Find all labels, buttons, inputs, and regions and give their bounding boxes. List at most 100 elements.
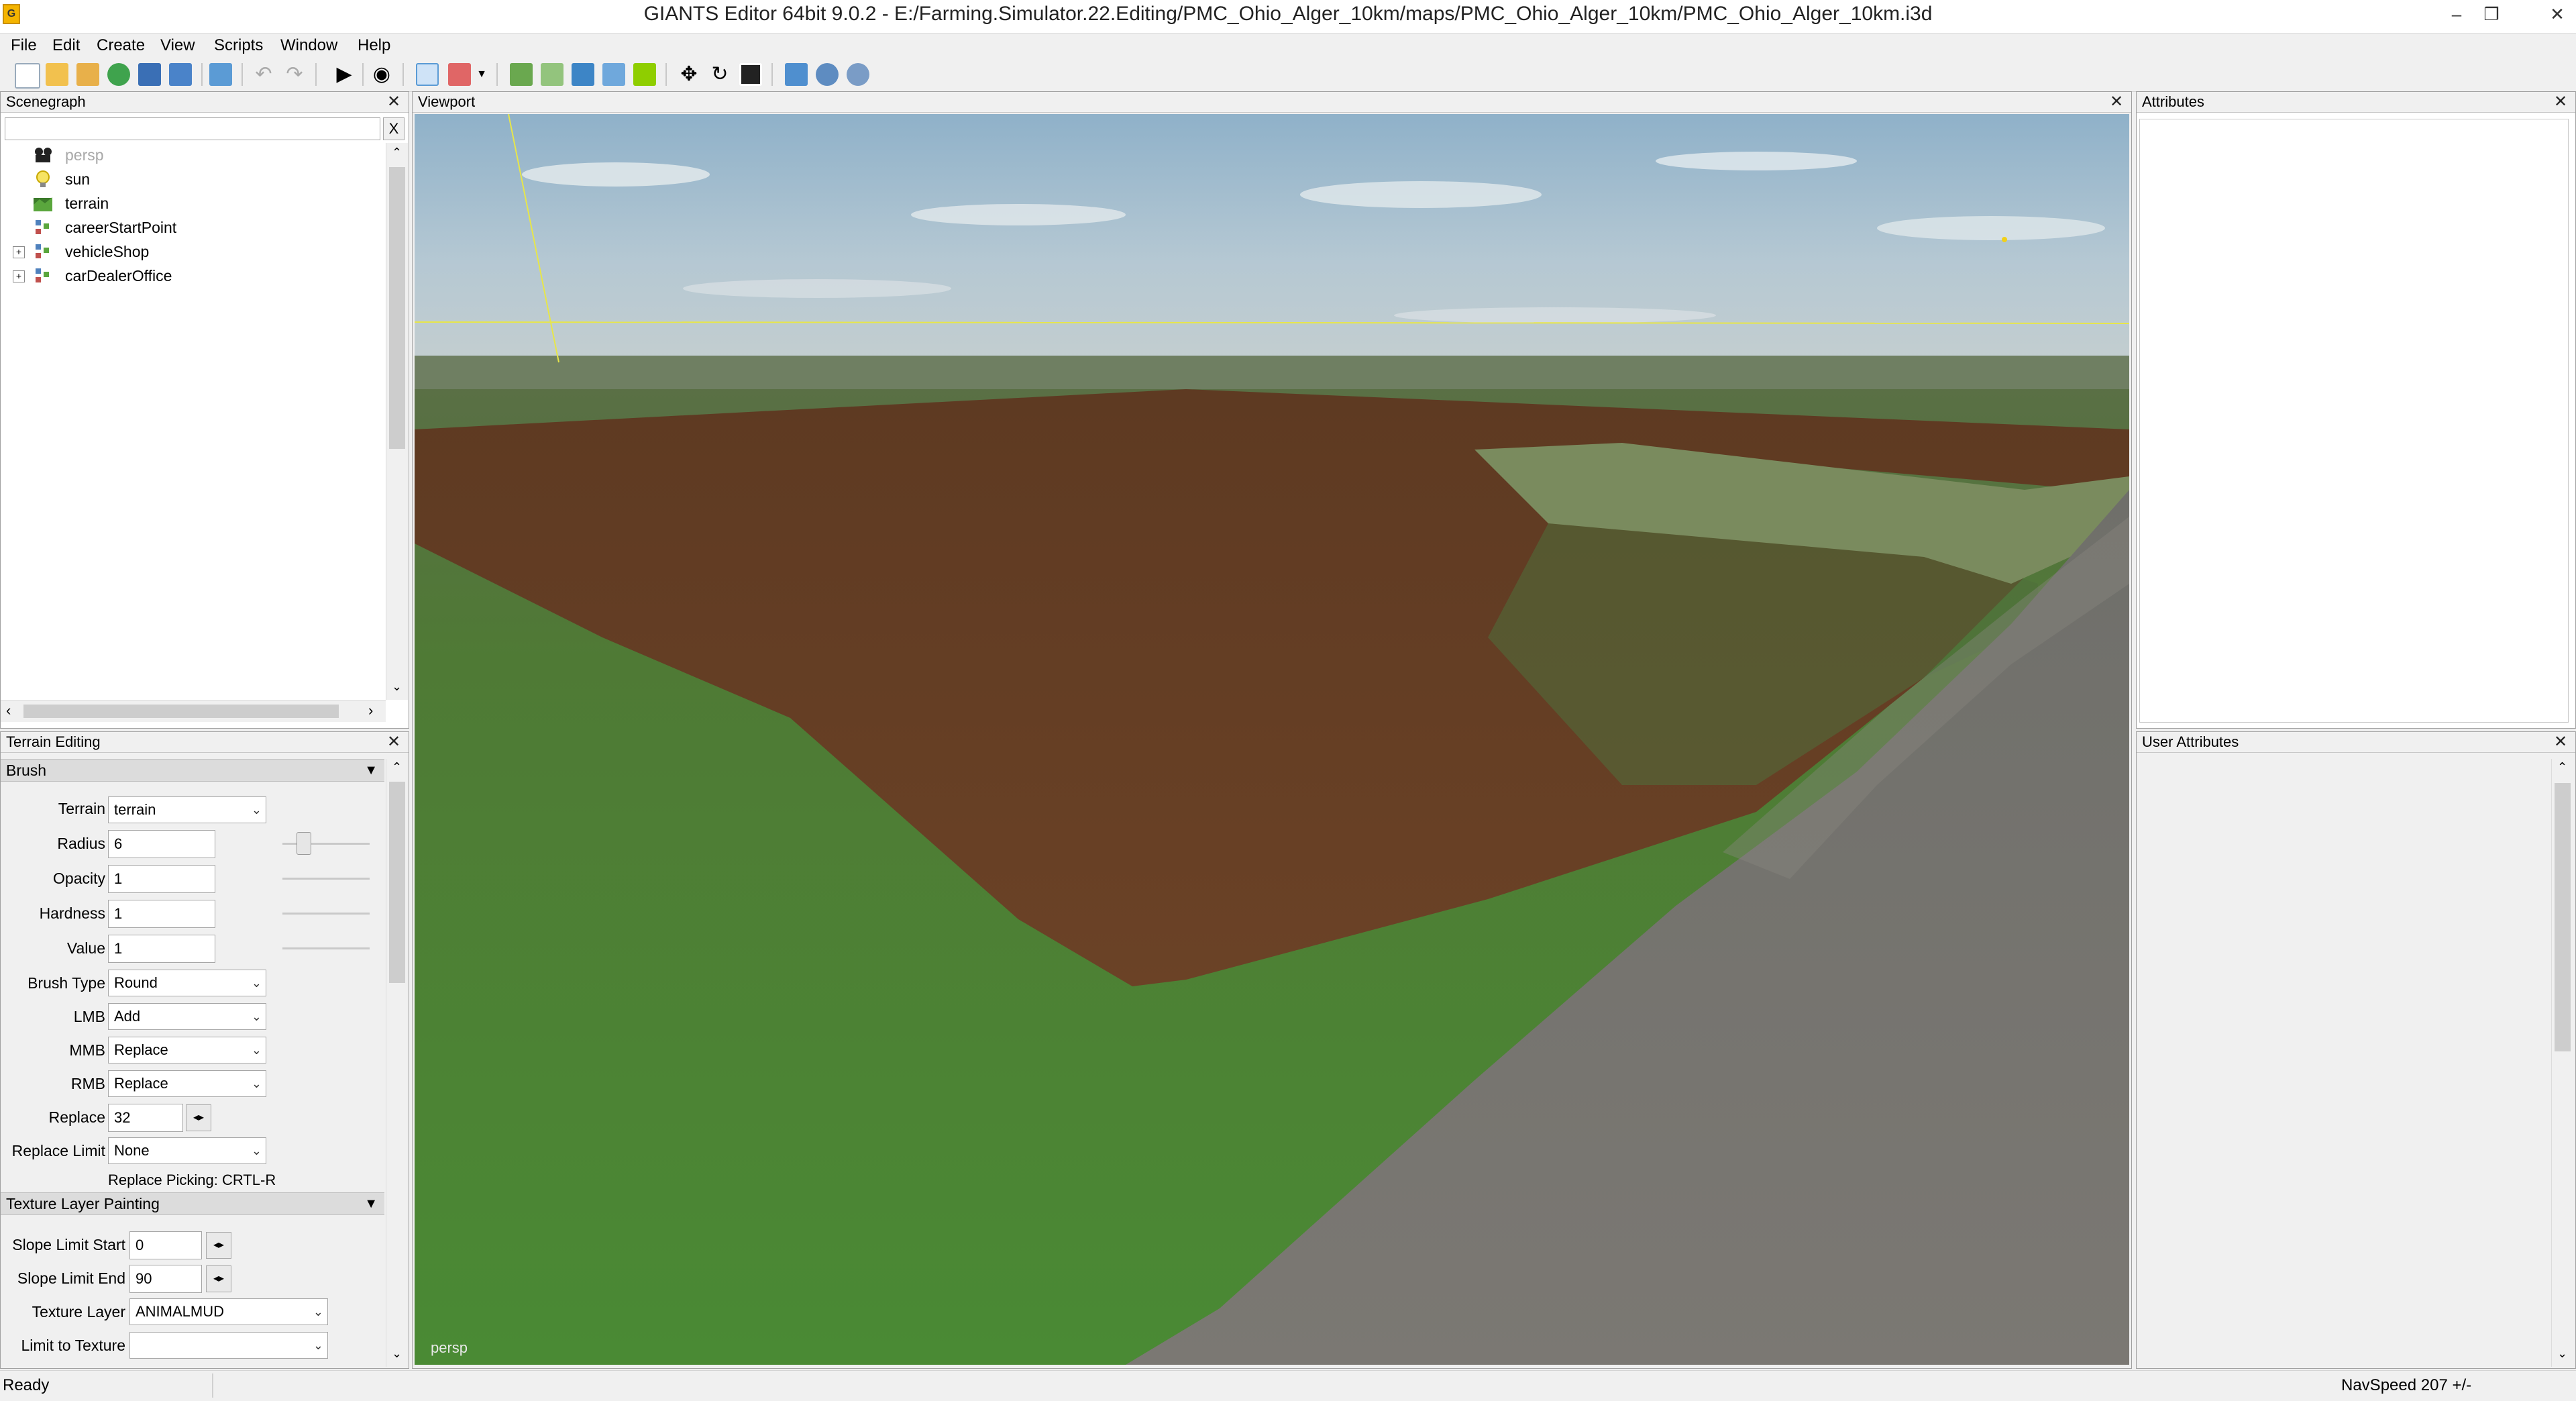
- save-as-icon[interactable]: [169, 63, 192, 86]
- radius-slider[interactable]: [282, 843, 370, 845]
- brush-icon[interactable]: [448, 63, 471, 86]
- map-icon[interactable]: [785, 63, 808, 86]
- move-icon[interactable]: ✥: [678, 63, 700, 86]
- value-label: Value: [66, 939, 105, 957]
- viewport-3d-canvas[interactable]: persp: [415, 114, 2129, 1365]
- restore-button[interactable]: ❐: [2477, 0, 2506, 28]
- redo-icon[interactable]: ↷: [283, 63, 306, 86]
- select-icon[interactable]: [416, 63, 439, 86]
- tree-item-terrain[interactable]: terrain: [1, 191, 383, 215]
- user-attributes-close-icon[interactable]: ✕: [2553, 734, 2569, 750]
- terrain-paint-icon[interactable]: [541, 63, 564, 86]
- scroll-down-icon[interactable]: ⌄: [2557, 1347, 2567, 1361]
- terrain-select[interactable]: terrain ⌄: [108, 796, 266, 823]
- limit-texture-select[interactable]: ⌄: [129, 1332, 328, 1359]
- scroll-up-icon[interactable]: ⌃: [392, 146, 402, 160]
- terrain-sculpt-icon[interactable]: [510, 63, 533, 86]
- save-icon[interactable]: [138, 63, 161, 86]
- tree-item-vehicleshop[interactable]: + vehicleShop: [1, 240, 383, 264]
- close-window-button[interactable]: ✕: [2542, 0, 2572, 28]
- scroll-up-icon[interactable]: ⌃: [392, 760, 402, 774]
- scroll-thumb[interactable]: [2555, 783, 2571, 1051]
- mmb-select[interactable]: Replace ⌄: [108, 1037, 266, 1063]
- slope-end-field[interactable]: 90: [129, 1265, 202, 1293]
- texture-section-header[interactable]: Texture Layer Painting ▼: [1, 1192, 384, 1215]
- scenegraph-hscrollbar[interactable]: ‹ ›: [1, 700, 386, 722]
- menu-scripts[interactable]: Scripts: [210, 34, 267, 58]
- tree-icon[interactable]: [633, 63, 656, 86]
- texture-layer-select[interactable]: ANIMALMUD ⌄: [129, 1298, 328, 1325]
- terrain-editing-close-icon[interactable]: ✕: [386, 734, 402, 750]
- radius-slider-handle[interactable]: [297, 832, 311, 855]
- menu-help[interactable]: Help: [354, 34, 394, 58]
- tree-item-label: vehicleShop: [65, 243, 150, 260]
- viewport-close-icon[interactable]: ✕: [2108, 94, 2125, 110]
- toolbar-separator: [362, 63, 364, 86]
- new-file-icon[interactable]: [15, 63, 40, 89]
- replace-field[interactable]: 32: [108, 1104, 183, 1132]
- menu-file[interactable]: File: [7, 34, 41, 58]
- edit-icon[interactable]: [76, 63, 99, 86]
- hardness-field[interactable]: 1: [108, 900, 215, 928]
- scroll-up-icon[interactable]: ⌃: [2557, 760, 2567, 774]
- scroll-thumb[interactable]: [389, 167, 405, 449]
- play-icon[interactable]: ▶: [333, 63, 356, 86]
- gear-icon[interactable]: [847, 63, 869, 86]
- scroll-right-icon[interactable]: ›: [368, 702, 373, 719]
- scale-icon[interactable]: [739, 63, 762, 86]
- scroll-thumb[interactable]: [23, 705, 339, 718]
- tree-item-careerstartpoint[interactable]: careerStartPoint: [1, 215, 383, 240]
- menu-view[interactable]: View: [156, 34, 199, 58]
- scenegraph-clear-button[interactable]: X: [383, 117, 405, 140]
- value-field[interactable]: 1: [108, 935, 215, 963]
- slope-start-field[interactable]: 0: [129, 1231, 202, 1259]
- opacity-slider[interactable]: [282, 878, 370, 880]
- eye-icon[interactable]: ◉: [370, 63, 393, 86]
- fill-icon[interactable]: [602, 63, 625, 86]
- brush-section-header[interactable]: Brush ▼: [1, 759, 384, 782]
- attributes-close-icon[interactable]: ✕: [2553, 94, 2569, 110]
- export-icon[interactable]: [209, 63, 232, 86]
- brush-type-label: Brush Type: [28, 974, 105, 992]
- tree-item-cardealeroffice[interactable]: + carDealerOffice: [1, 264, 383, 288]
- menu-window[interactable]: Window: [276, 34, 341, 58]
- expand-icon[interactable]: +: [13, 270, 25, 282]
- hardness-slider[interactable]: [282, 913, 370, 915]
- expand-icon[interactable]: +: [13, 246, 25, 258]
- brush-type-select[interactable]: Round ⌄: [108, 970, 266, 996]
- scroll-down-icon[interactable]: ⌄: [392, 1347, 402, 1361]
- rotate-icon[interactable]: ↻: [708, 63, 731, 86]
- minimize-button[interactable]: –: [2442, 0, 2471, 28]
- scroll-down-icon[interactable]: ⌄: [392, 680, 402, 694]
- settings-gear-icon[interactable]: [816, 63, 839, 86]
- menu-create[interactable]: Create: [93, 34, 149, 58]
- scenegraph-vscrollbar[interactable]: ⌃ ⌄: [386, 143, 408, 700]
- slope-end-spin-icon[interactable]: ◂▸: [206, 1265, 231, 1292]
- undo-icon[interactable]: ↶: [252, 63, 275, 86]
- foliage-paint-icon[interactable]: [572, 63, 594, 86]
- opacity-field[interactable]: 1: [108, 865, 215, 893]
- user-attributes-vscrollbar[interactable]: ⌃ ⌄: [2551, 759, 2573, 1367]
- value-slider[interactable]: [282, 947, 370, 949]
- scroll-thumb[interactable]: [389, 782, 405, 983]
- dropdown-icon[interactable]: ▼: [475, 63, 488, 86]
- terrain-editing-panel: Terrain Editing ✕ Brush ▼ Terrain terrai…: [0, 731, 409, 1369]
- terrain-editing-vscrollbar[interactable]: ⌃ ⌄: [386, 759, 408, 1367]
- slope-start-spin-icon[interactable]: ◂▸: [206, 1232, 231, 1259]
- collapse-icon[interactable]: ▼: [364, 760, 378, 781]
- replace-limit-select[interactable]: None ⌄: [108, 1137, 266, 1164]
- menu-edit[interactable]: Edit: [48, 34, 84, 58]
- scroll-left-icon[interactable]: ‹: [6, 702, 11, 719]
- scenegraph-search-input[interactable]: [5, 117, 380, 140]
- refresh-icon[interactable]: [107, 63, 130, 86]
- tree-item-label: carDealerOffice: [65, 267, 172, 284]
- lmb-select[interactable]: Add ⌄: [108, 1003, 266, 1030]
- tree-item-sun[interactable]: sun: [1, 167, 383, 191]
- tree-item-persp[interactable]: persp: [1, 143, 383, 167]
- scenegraph-close-icon[interactable]: ✕: [386, 94, 402, 110]
- replace-spin-icon[interactable]: ◂▸: [186, 1104, 211, 1131]
- open-file-icon[interactable]: [46, 63, 68, 86]
- radius-field[interactable]: 6: [108, 830, 215, 858]
- rmb-select[interactable]: Replace ⌄: [108, 1070, 266, 1097]
- collapse-icon[interactable]: ▼: [364, 1193, 378, 1214]
